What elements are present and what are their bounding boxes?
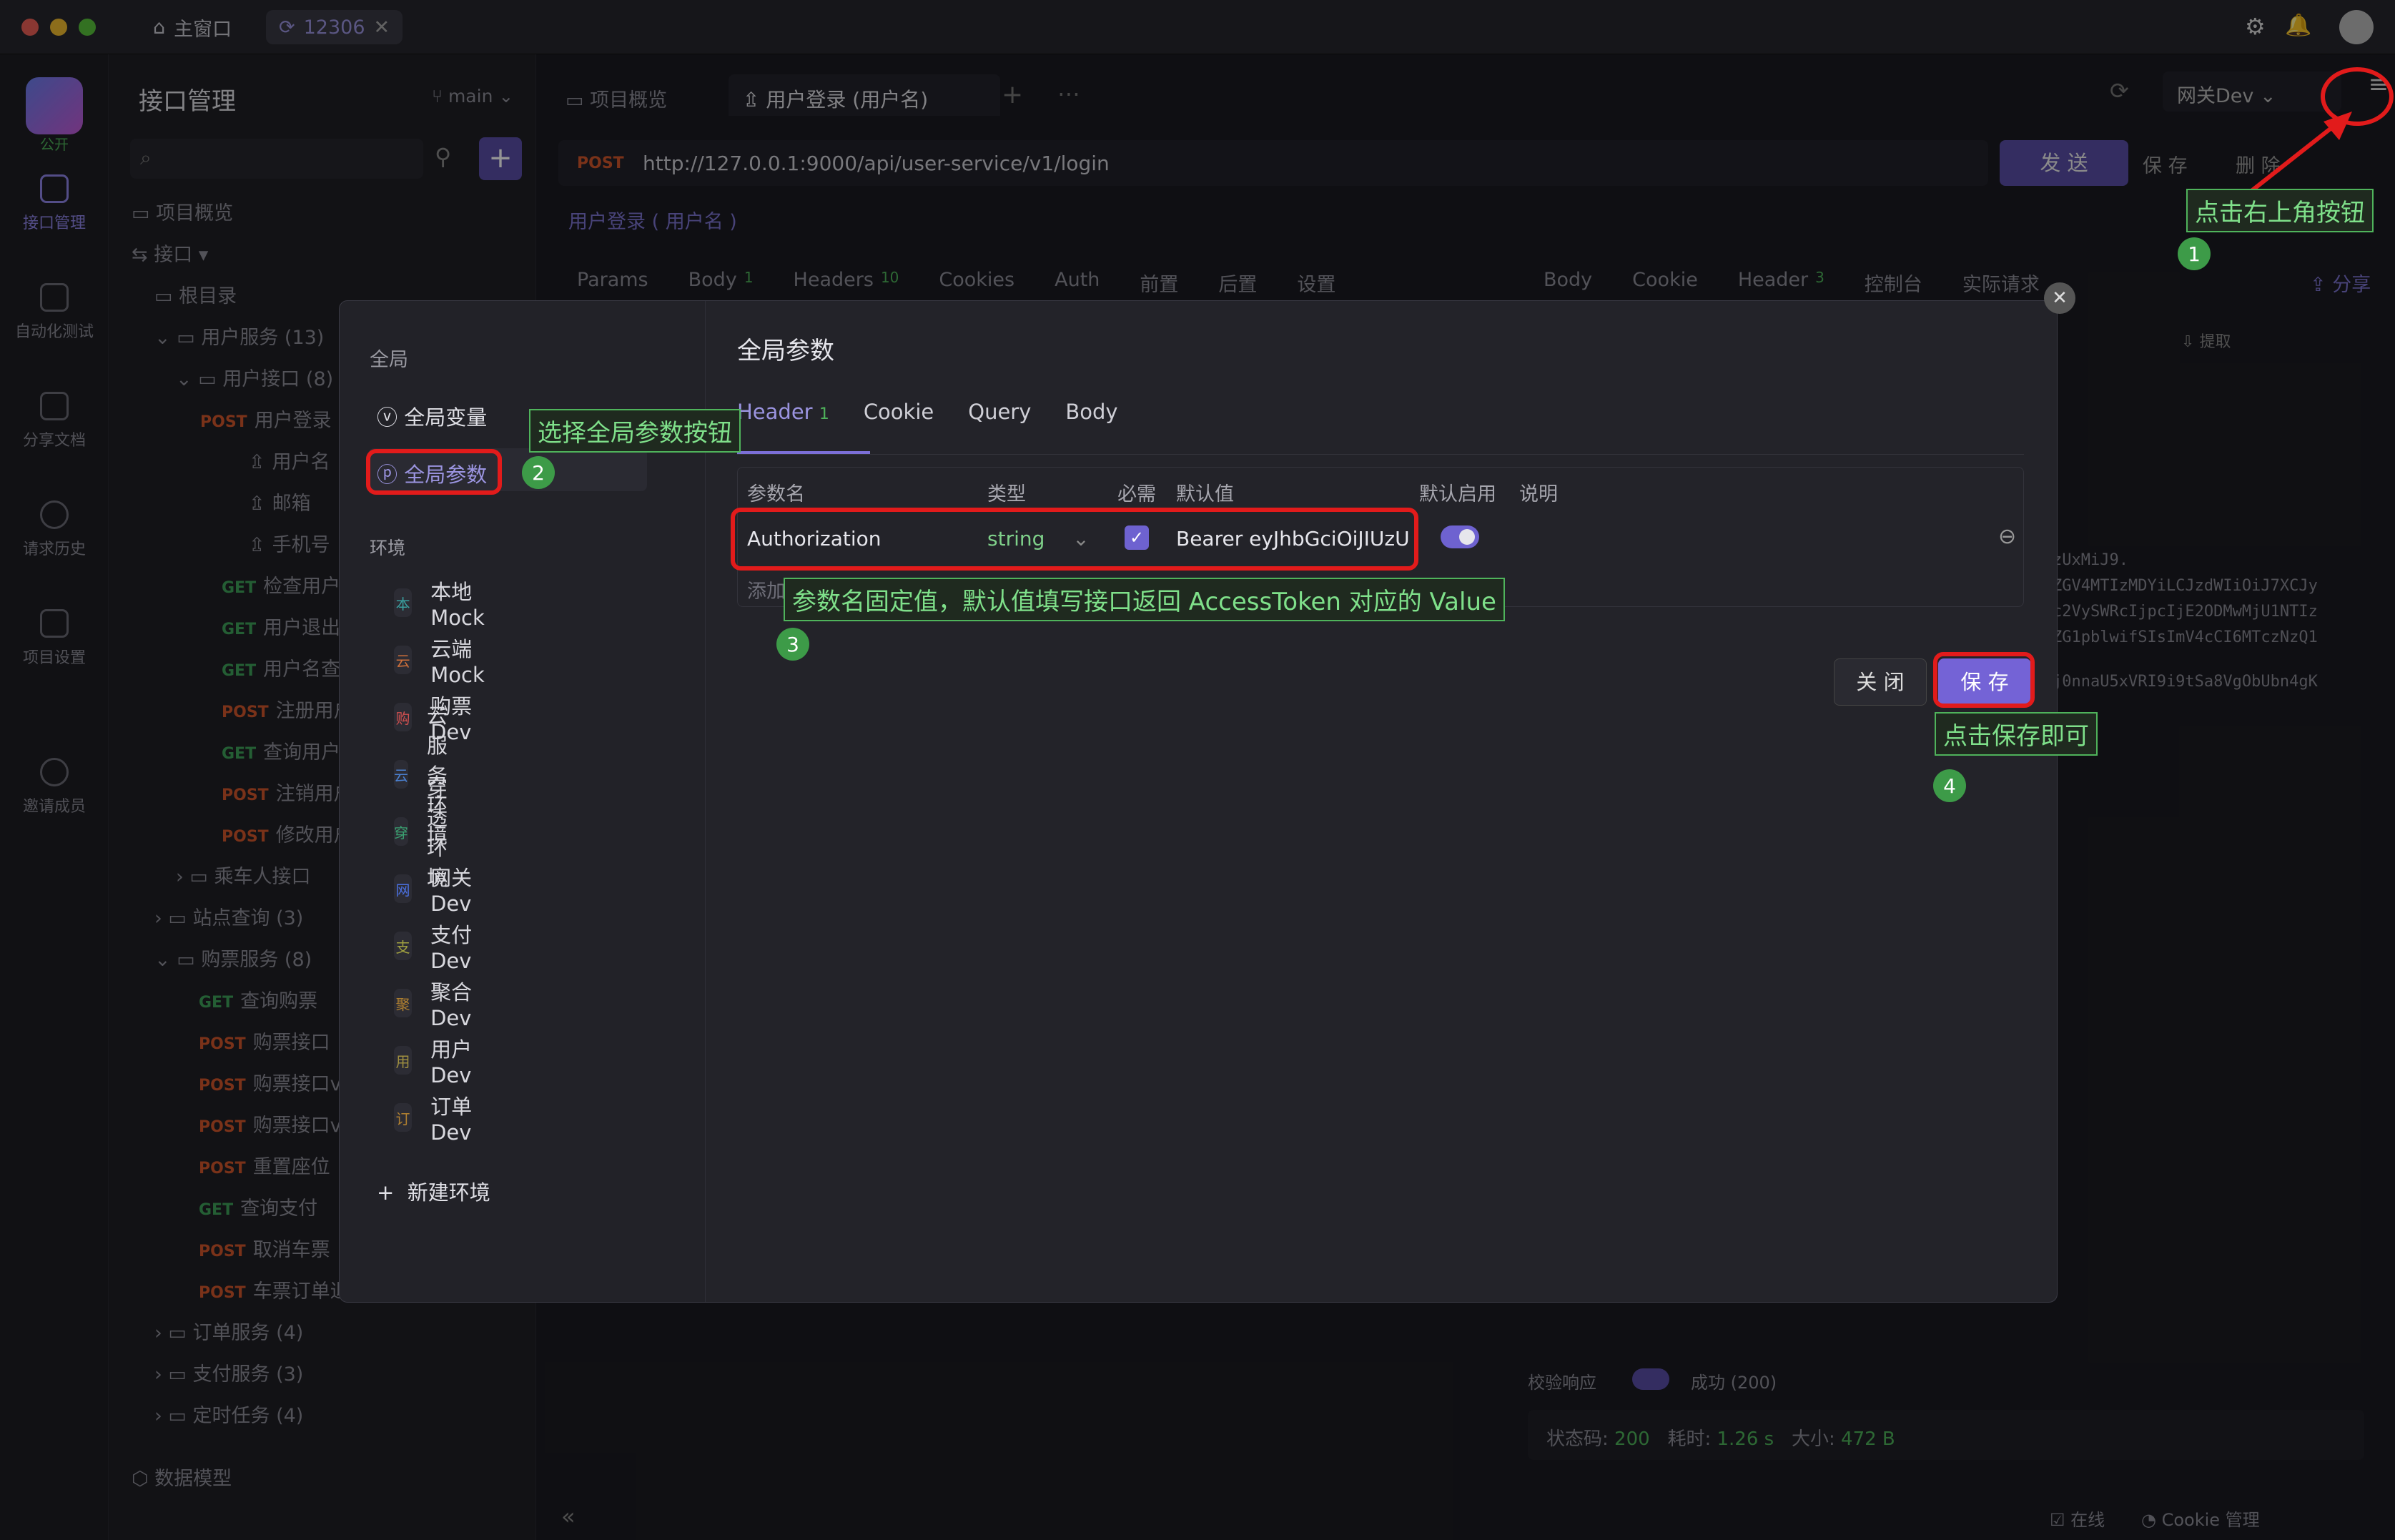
annotation-4: 点击保存即可: [1935, 712, 2098, 756]
annotation-num-4: 4: [1933, 769, 1966, 802]
annotation-num-1: 1: [2178, 237, 2211, 270]
annotation-1: 点击右上角按钮: [2186, 189, 2374, 232]
env-item[interactable]: 本本地 Mock: [394, 580, 495, 630]
tab-divider: [737, 454, 2024, 455]
nav-global-vars[interactable]: ⓥ 全局变量: [377, 401, 487, 431]
env-badge-icon: 本: [394, 588, 413, 617]
remove-row-icon[interactable]: ⊖: [1998, 524, 2016, 549]
annotation-num-2: 2: [522, 456, 555, 489]
env-badge-icon: 云: [394, 760, 408, 789]
modal-title: 全局参数: [737, 337, 834, 365]
env-badge-icon: 云: [394, 646, 413, 674]
tab-query[interactable]: Query: [968, 400, 1031, 424]
annotation-highlight-global-params: [366, 449, 502, 495]
env-badge-icon: 用: [394, 1046, 413, 1075]
env-item[interactable]: 用用户Dev: [394, 1037, 482, 1087]
annotation-num-3: 3: [776, 628, 809, 661]
env-badge-icon: 穿: [394, 817, 408, 846]
annotation-highlight-save: [1933, 652, 2035, 708]
modal-close-button[interactable]: 关 闭: [1834, 658, 1927, 706]
annotation-3: 参数名固定值，默认值填写接口返回 AccessToken 对应的 Value: [784, 578, 1505, 621]
variable-icon: ⓥ: [377, 405, 398, 430]
tab-header[interactable]: Header 1: [737, 400, 829, 424]
env-item[interactable]: 网网关Dev: [394, 866, 482, 916]
env-item[interactable]: 聚聚合Dev: [394, 980, 482, 1030]
env-badge-icon: 支: [394, 932, 413, 960]
env-badge-icon: 网: [394, 874, 413, 903]
modal-close-icon[interactable]: ✕: [2044, 282, 2075, 314]
annotation-2: 选择全局参数按钮: [529, 409, 741, 453]
tab-body[interactable]: Body: [1065, 400, 1117, 424]
env-badge-icon: 订: [394, 1103, 413, 1132]
annotation-highlight-row: [731, 508, 1418, 571]
default-enable-toggle[interactable]: [1441, 525, 1479, 548]
env-item[interactable]: 支支付Dev: [394, 923, 482, 973]
new-env-button[interactable]: + 新建环境: [377, 1176, 490, 1206]
env-item[interactable]: 穿穿透环境: [394, 776, 462, 890]
param-tabs: Header 1 Cookie Query Body: [737, 400, 1118, 424]
tab-cookie[interactable]: Cookie: [864, 400, 934, 424]
env-badge-icon: 购: [394, 703, 413, 731]
env-badge-icon: 聚: [394, 989, 413, 1017]
env-item[interactable]: 云云端 Mock: [394, 637, 495, 687]
env-item[interactable]: 订订单Dev: [394, 1095, 482, 1145]
